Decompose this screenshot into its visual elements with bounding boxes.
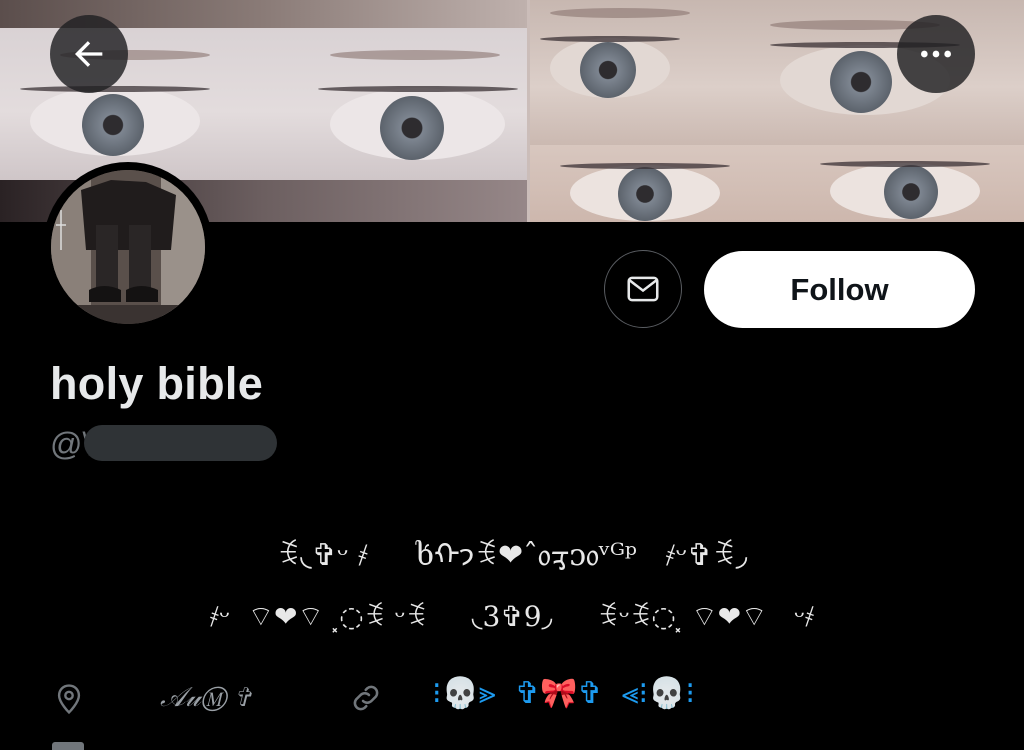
profile-link[interactable]: ⁝💀⪢ ✞🎀✞ ⪡⁝💀⁝: [432, 676, 695, 711]
avatar-photo-icon: [51, 170, 205, 324]
display-name: holy bible: [50, 358, 264, 409]
handle-redaction: [84, 425, 277, 461]
bio-line: ꉂ◟✞ᵕ ҂ ხᡣ𐭩ꉂ❤ˆ᥆ᢋᴐ᥆ᵛᴳᵖ ҂ᵕ✞ꉂ◞: [276, 538, 748, 573]
location-text: 𝒜𝓊Ⓜ ✞: [160, 682, 250, 713]
calendar-icon: [52, 742, 84, 750]
location-pin-icon: [57, 684, 81, 715]
message-button[interactable]: [604, 250, 682, 328]
bio-line: ҂ᵕ ⌔❤⌔ ⸼◌ꉂ ᵕꉂ ◟3✞9◞ ꉂᵕꉂ◌⸼ ⌔❤⌔ ᵕ҂: [209, 600, 815, 633]
follow-button[interactable]: Follow: [704, 251, 975, 328]
link-icon: [353, 685, 379, 711]
more-horizontal-icon: [921, 50, 951, 58]
more-options-button[interactable]: [897, 15, 975, 93]
arrow-left-icon: [75, 41, 103, 67]
avatar-image: [51, 170, 205, 324]
profile-meta-row: 𝒜𝓊Ⓜ ✞ ⁝💀⪢ ✞🎀✞ ⪡⁝💀⁝: [0, 670, 1024, 726]
avatar[interactable]: [43, 162, 213, 332]
banner-panel: [530, 145, 1024, 222]
back-button[interactable]: [50, 15, 128, 93]
envelope-icon: [627, 276, 659, 302]
